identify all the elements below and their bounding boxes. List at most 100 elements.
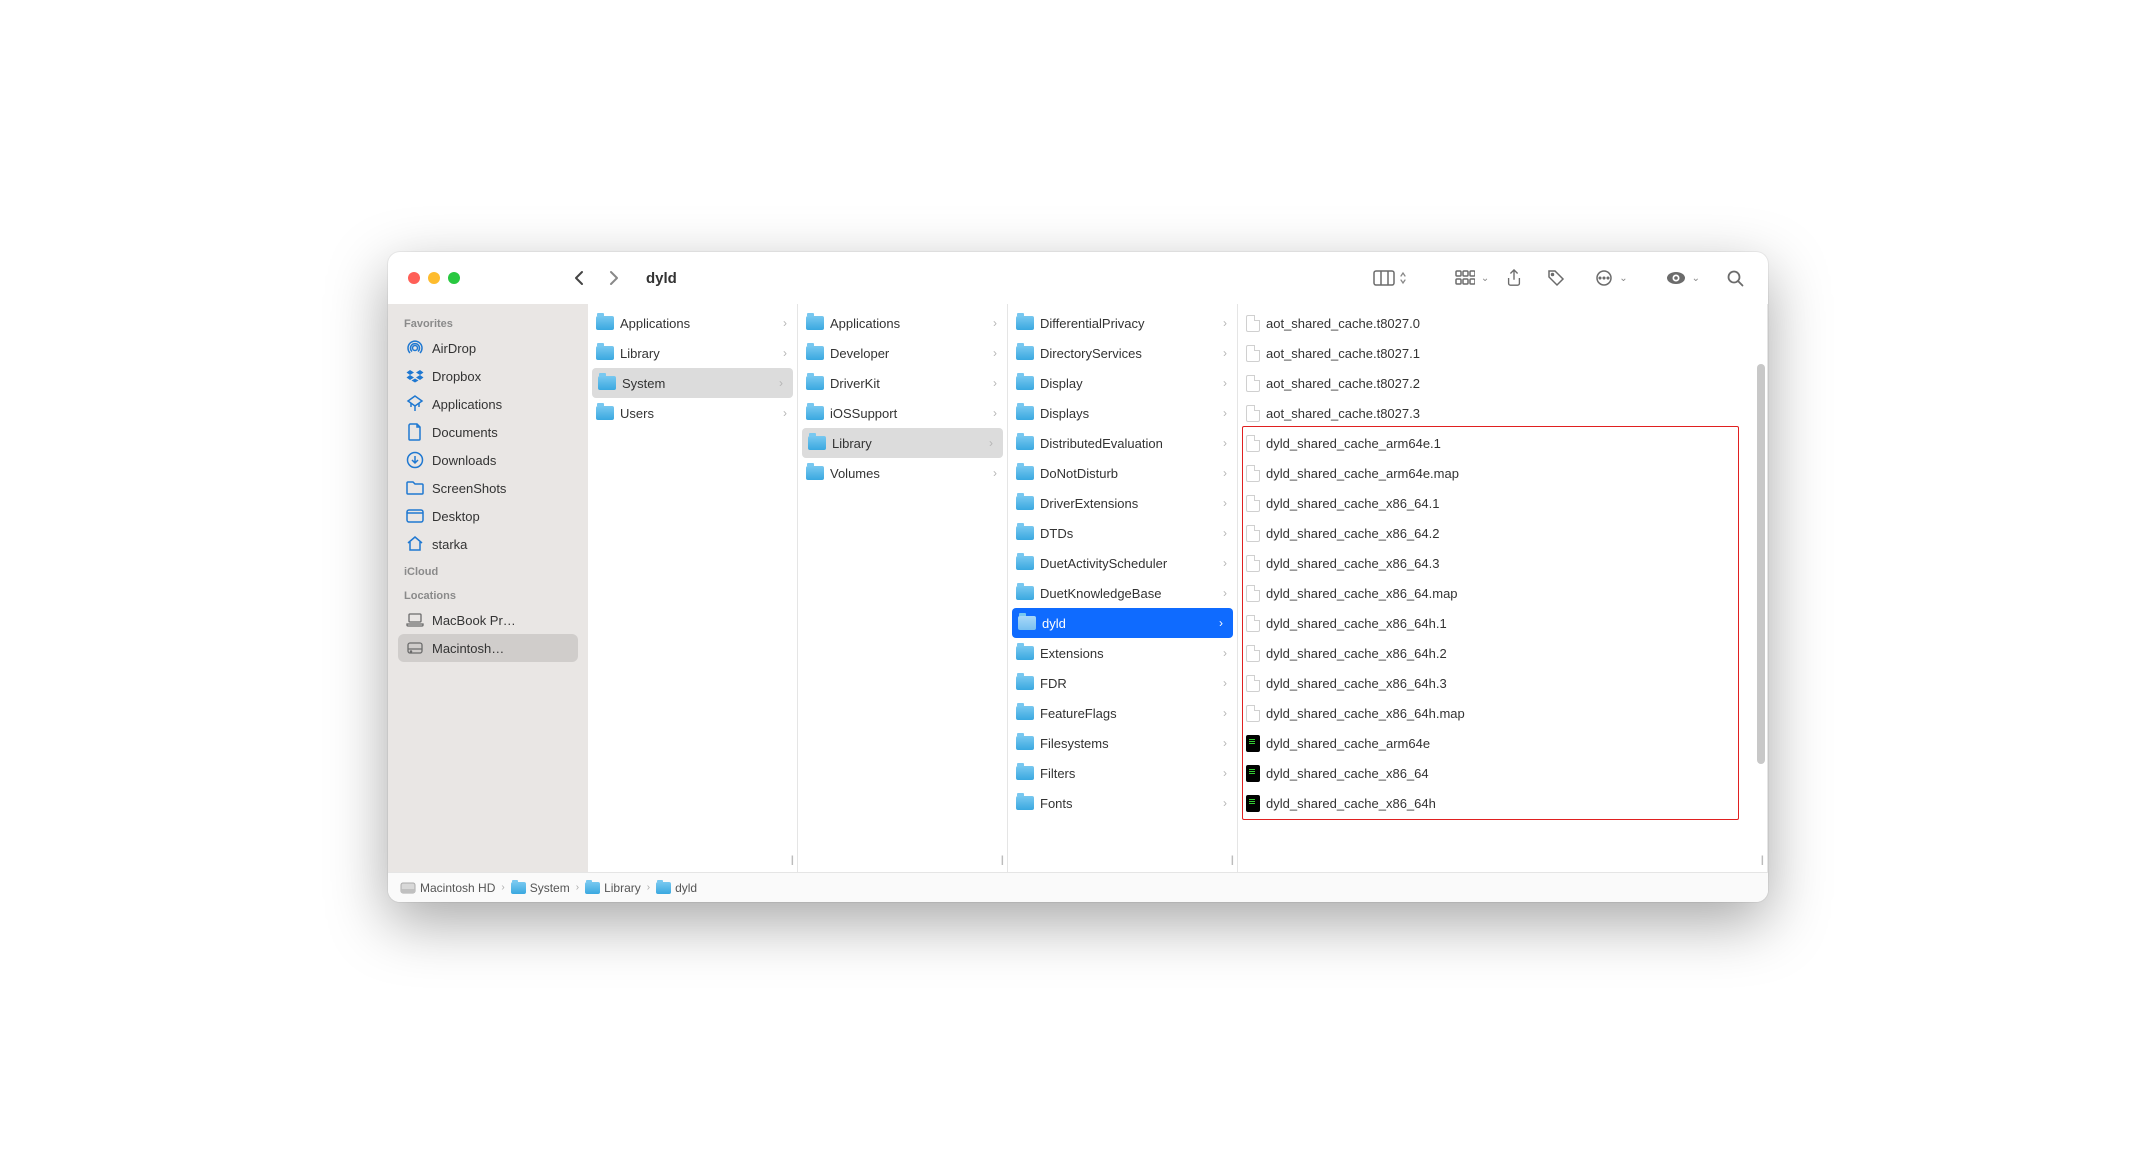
path-segment[interactable]: Library (585, 881, 641, 895)
scrollbar[interactable] (1757, 364, 1765, 764)
row-label: Applications (620, 316, 690, 331)
path-bar[interactable]: Macintosh HD›System›Library›dyld (388, 872, 1768, 902)
file-row[interactable]: dyld_shared_cache_x86_64.3 (1238, 548, 1767, 578)
file-row[interactable]: dyld_shared_cache_x86_64.map (1238, 578, 1767, 608)
folder-row[interactable]: FDR› (1008, 668, 1237, 698)
folder-row[interactable]: Users› (588, 398, 797, 428)
folder-row[interactable]: DriverExtensions› (1008, 488, 1237, 518)
sidebar-item[interactable]: Macintosh… (398, 634, 578, 662)
folder-row[interactable]: DuetKnowledgeBase› (1008, 578, 1237, 608)
folder-row[interactable]: DriverKit› (798, 368, 1007, 398)
file-icon (1246, 555, 1260, 572)
group-button[interactable]: ⌄ (1455, 270, 1489, 286)
folder-icon (596, 406, 614, 420)
folder-row[interactable]: DirectoryServices› (1008, 338, 1237, 368)
file-row[interactable]: aot_shared_cache.t8027.1 (1238, 338, 1767, 368)
file-row[interactable]: aot_shared_cache.t8027.0 (1238, 308, 1767, 338)
file-row[interactable]: dyld_shared_cache_x86_64 (1238, 758, 1767, 788)
close-window-button[interactable] (408, 272, 420, 284)
sidebar-item[interactable]: ScreenShots (398, 474, 578, 502)
folder-icon (1016, 346, 1034, 360)
column-1[interactable]: Applications›Library›System›Users›|| (588, 304, 798, 872)
file-row[interactable]: dyld_shared_cache_x86_64h.3 (1238, 668, 1767, 698)
folder-row[interactable]: DTDs› (1008, 518, 1237, 548)
folder-row[interactable]: Displays› (1008, 398, 1237, 428)
exec-file-icon (1246, 735, 1260, 752)
row-label: aot_shared_cache.t8027.3 (1266, 406, 1420, 421)
preview-options-button[interactable]: ⌄ (1666, 271, 1700, 285)
chevron-right-icon: › (783, 346, 787, 360)
folder-row[interactable]: Extensions› (1008, 638, 1237, 668)
forward-button[interactable] (600, 264, 628, 292)
file-row[interactable]: dyld_shared_cache_x86_64.1 (1238, 488, 1767, 518)
download-icon (406, 451, 424, 469)
file-row[interactable]: dyld_shared_cache_x86_64h.2 (1238, 638, 1767, 668)
column-4[interactable]: aot_shared_cache.t8027.0aot_shared_cache… (1238, 304, 1768, 872)
file-row[interactable]: dyld_shared_cache_x86_64.2 (1238, 518, 1767, 548)
search-button[interactable] (1718, 263, 1752, 293)
zoom-window-button[interactable] (448, 272, 460, 284)
minimize-window-button[interactable] (428, 272, 440, 284)
file-row[interactable]: aot_shared_cache.t8027.3 (1238, 398, 1767, 428)
chevron-right-icon: › (1223, 556, 1227, 570)
folder-row[interactable]: Fonts› (1008, 788, 1237, 818)
folder-icon (1016, 376, 1034, 390)
folder-row[interactable]: Library› (588, 338, 797, 368)
folder-row[interactable]: System› (592, 368, 793, 398)
folder-icon (806, 406, 824, 420)
chevron-right-icon: › (783, 316, 787, 330)
sidebar-item[interactable]: Downloads (398, 446, 578, 474)
chevron-right-icon: › (1223, 736, 1227, 750)
folder-row[interactable]: DifferentialPrivacy› (1008, 308, 1237, 338)
sidebar-item[interactable]: Dropbox (398, 362, 578, 390)
folder-row[interactable]: Volumes› (798, 458, 1007, 488)
row-label: dyld (1042, 616, 1066, 631)
folder-row[interactable]: Library› (802, 428, 1003, 458)
sidebar-item[interactable]: starka (398, 530, 578, 558)
folder-row[interactable]: FeatureFlags› (1008, 698, 1237, 728)
row-label: aot_shared_cache.t8027.2 (1266, 376, 1420, 391)
file-row[interactable]: dyld_shared_cache_x86_64h.1 (1238, 608, 1767, 638)
folder-row[interactable]: Display› (1008, 368, 1237, 398)
folder-row[interactable]: DistributedEvaluation› (1008, 428, 1237, 458)
row-label: dyld_shared_cache_x86_64.3 (1266, 556, 1439, 571)
view-columns-button[interactable] (1373, 270, 1407, 286)
folder-icon (585, 882, 600, 894)
sidebar-item[interactable]: Applications (398, 390, 578, 418)
sidebar-item[interactable]: Documents (398, 418, 578, 446)
file-row[interactable]: dyld_shared_cache_arm64e.map (1238, 458, 1767, 488)
folder-row[interactable]: iOSSupport› (798, 398, 1007, 428)
actions-button[interactable]: ⌄ (1595, 269, 1627, 287)
column-2[interactable]: Applications›Developer›DriverKit›iOSSupp… (798, 304, 1008, 872)
sidebar-item[interactable]: MacBook Pr… (398, 606, 578, 634)
tags-button[interactable] (1539, 263, 1573, 293)
path-segment[interactable]: dyld (656, 881, 697, 895)
sidebar-item[interactable]: AirDrop (398, 334, 578, 362)
back-button[interactable] (564, 264, 592, 292)
folder-icon (511, 882, 526, 894)
file-row[interactable]: aot_shared_cache.t8027.2 (1238, 368, 1767, 398)
file-row[interactable]: dyld_shared_cache_x86_64h (1238, 788, 1767, 818)
folder-row[interactable]: Applications › (588, 308, 797, 338)
file-row[interactable]: dyld_shared_cache_x86_64h.map (1238, 698, 1767, 728)
folder-row[interactable]: Filesystems› (1008, 728, 1237, 758)
folder-row[interactable]: DuetActivityScheduler› (1008, 548, 1237, 578)
sidebar-section-header: iCloud (398, 558, 578, 582)
folder-row[interactable]: dyld› (1012, 608, 1233, 638)
folder-row[interactable]: Filters› (1008, 758, 1237, 788)
file-row[interactable]: dyld_shared_cache_arm64e (1238, 728, 1767, 758)
folder-row[interactable]: Developer› (798, 338, 1007, 368)
path-segment[interactable]: System (511, 881, 570, 895)
path-segment[interactable]: Macintosh HD (400, 880, 495, 896)
folder-icon (806, 316, 824, 330)
share-button[interactable] (1497, 263, 1531, 293)
column-3[interactable]: DifferentialPrivacy›DirectoryServices›Di… (1008, 304, 1238, 872)
folder-row[interactable]: DoNotDisturb› (1008, 458, 1237, 488)
folder-icon (1016, 406, 1034, 420)
folder-row[interactable]: Applications› (798, 308, 1007, 338)
file-icon (1246, 615, 1260, 632)
disk-icon (400, 880, 416, 896)
sidebar-item[interactable]: Desktop (398, 502, 578, 530)
chevron-right-icon: › (1223, 706, 1227, 720)
file-row[interactable]: dyld_shared_cache_arm64e.1 (1238, 428, 1767, 458)
